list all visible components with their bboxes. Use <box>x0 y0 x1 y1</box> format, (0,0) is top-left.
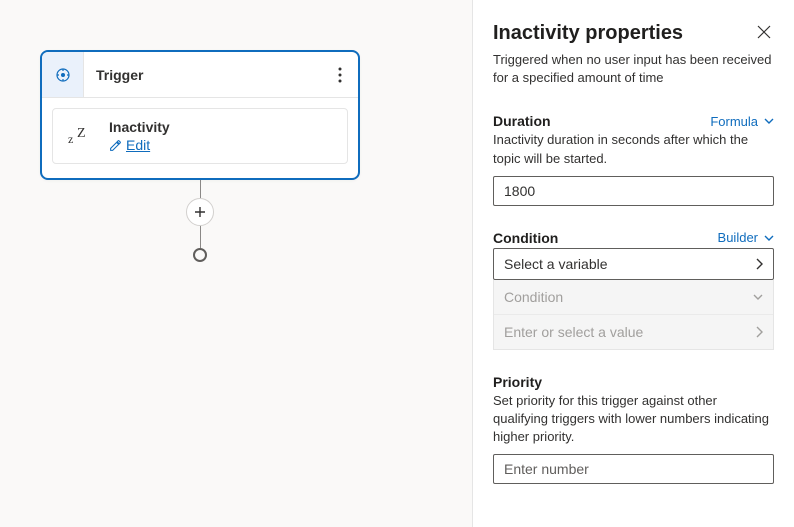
canvas-area: Trigger z Z Inactivity <box>0 0 472 527</box>
chevron-down-icon <box>753 294 763 300</box>
duration-label: Duration <box>493 113 551 129</box>
connector-line <box>200 180 201 198</box>
condition-value-placeholder: Enter or select a value <box>504 324 643 340</box>
duration-mode-label: Formula <box>710 114 758 129</box>
svg-text:z: z <box>68 132 73 146</box>
inactivity-title: Inactivity <box>109 119 170 135</box>
priority-section: Priority Set priority for this trigger a… <box>493 374 774 485</box>
chevron-down-icon <box>764 118 774 124</box>
properties-panel: Inactivity properties Triggered when no … <box>472 0 794 527</box>
chevron-right-icon <box>755 258 763 270</box>
add-node-button[interactable] <box>186 198 214 226</box>
condition-mode-label: Builder <box>718 230 758 245</box>
condition-mode-toggle[interactable]: Builder <box>718 230 774 245</box>
variable-select[interactable]: Select a variable <box>493 248 774 280</box>
edit-link[interactable]: Edit <box>109 137 170 153</box>
trigger-node[interactable]: Trigger z Z Inactivity <box>40 50 360 180</box>
condition-section: Condition Builder Select a variable Cond… <box>493 230 774 350</box>
trigger-icon <box>42 52 84 97</box>
priority-label: Priority <box>493 374 542 390</box>
duration-mode-toggle[interactable]: Formula <box>710 114 774 129</box>
close-button[interactable] <box>754 22 774 45</box>
trigger-more-button[interactable] <box>322 67 358 83</box>
edit-label: Edit <box>126 137 150 153</box>
duration-section: Duration Formula Inactivity duration in … <box>493 113 774 205</box>
duration-input[interactable] <box>493 176 774 206</box>
duration-help: Inactivity duration in seconds after whi… <box>493 131 774 167</box>
panel-description: Triggered when no user input has been re… <box>493 51 774 87</box>
end-circle <box>193 248 207 262</box>
priority-help: Set priority for this trigger against ot… <box>493 392 774 447</box>
condition-value-select: Enter or select a value <box>494 314 773 349</box>
condition-operator-placeholder: Condition <box>504 289 563 305</box>
condition-label: Condition <box>493 230 558 246</box>
trigger-node-title: Trigger <box>84 67 322 83</box>
inactivity-card[interactable]: z Z Inactivity Edit <box>52 108 348 164</box>
variable-select-placeholder: Select a variable <box>504 256 608 272</box>
svg-text:Z: Z <box>77 126 86 141</box>
chevron-down-icon <box>764 235 774 241</box>
chevron-right-icon <box>755 326 763 338</box>
plus-icon <box>194 206 206 218</box>
panel-title: Inactivity properties <box>493 22 683 45</box>
connector-line <box>200 226 201 248</box>
close-icon <box>756 24 772 40</box>
priority-input[interactable] <box>493 454 774 484</box>
pencil-icon <box>109 139 122 152</box>
condition-operator-select: Condition <box>494 280 773 314</box>
sleep-icon: z Z <box>65 125 95 147</box>
